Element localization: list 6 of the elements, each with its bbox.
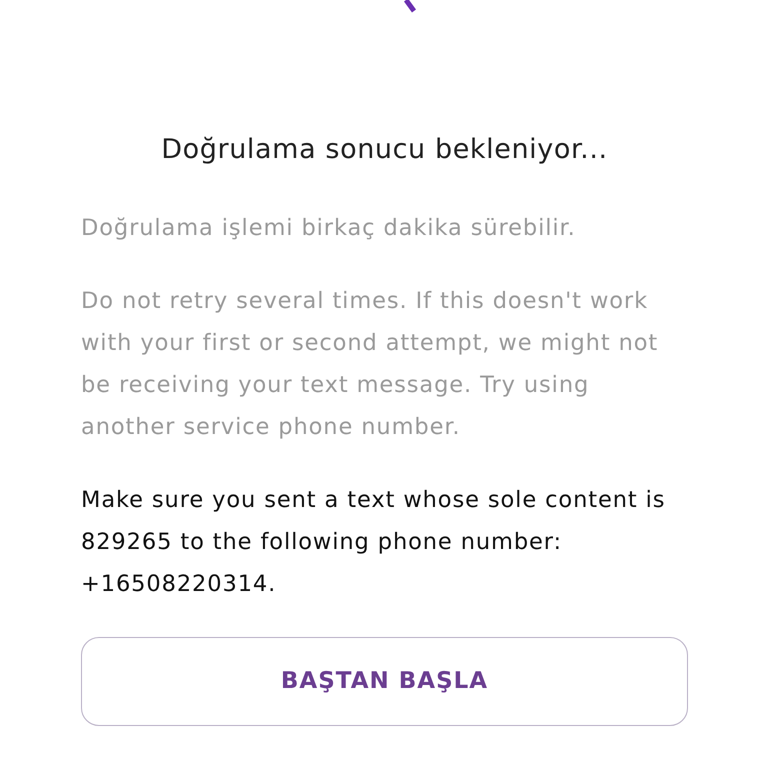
page-title: Doğrulama sonucu bekleniyor... [160, 133, 609, 167]
restart-button[interactable]: BAŞTAN BAŞLA [81, 637, 688, 726]
spinner-icon [403, 0, 419, 13]
hint-text: Doğrulama işlemi birkaç dakika sürebilir. [81, 214, 577, 243]
instruction-text: Make sure you sent a text whose sole content is 829265 to the following phone number: +16508220314. [81, 486, 666, 599]
hint-text: Do not retry several times. If this doesn't work with your first or second attempt, we might not be receiving your text message. Try using another service phone number. [81, 287, 660, 442]
